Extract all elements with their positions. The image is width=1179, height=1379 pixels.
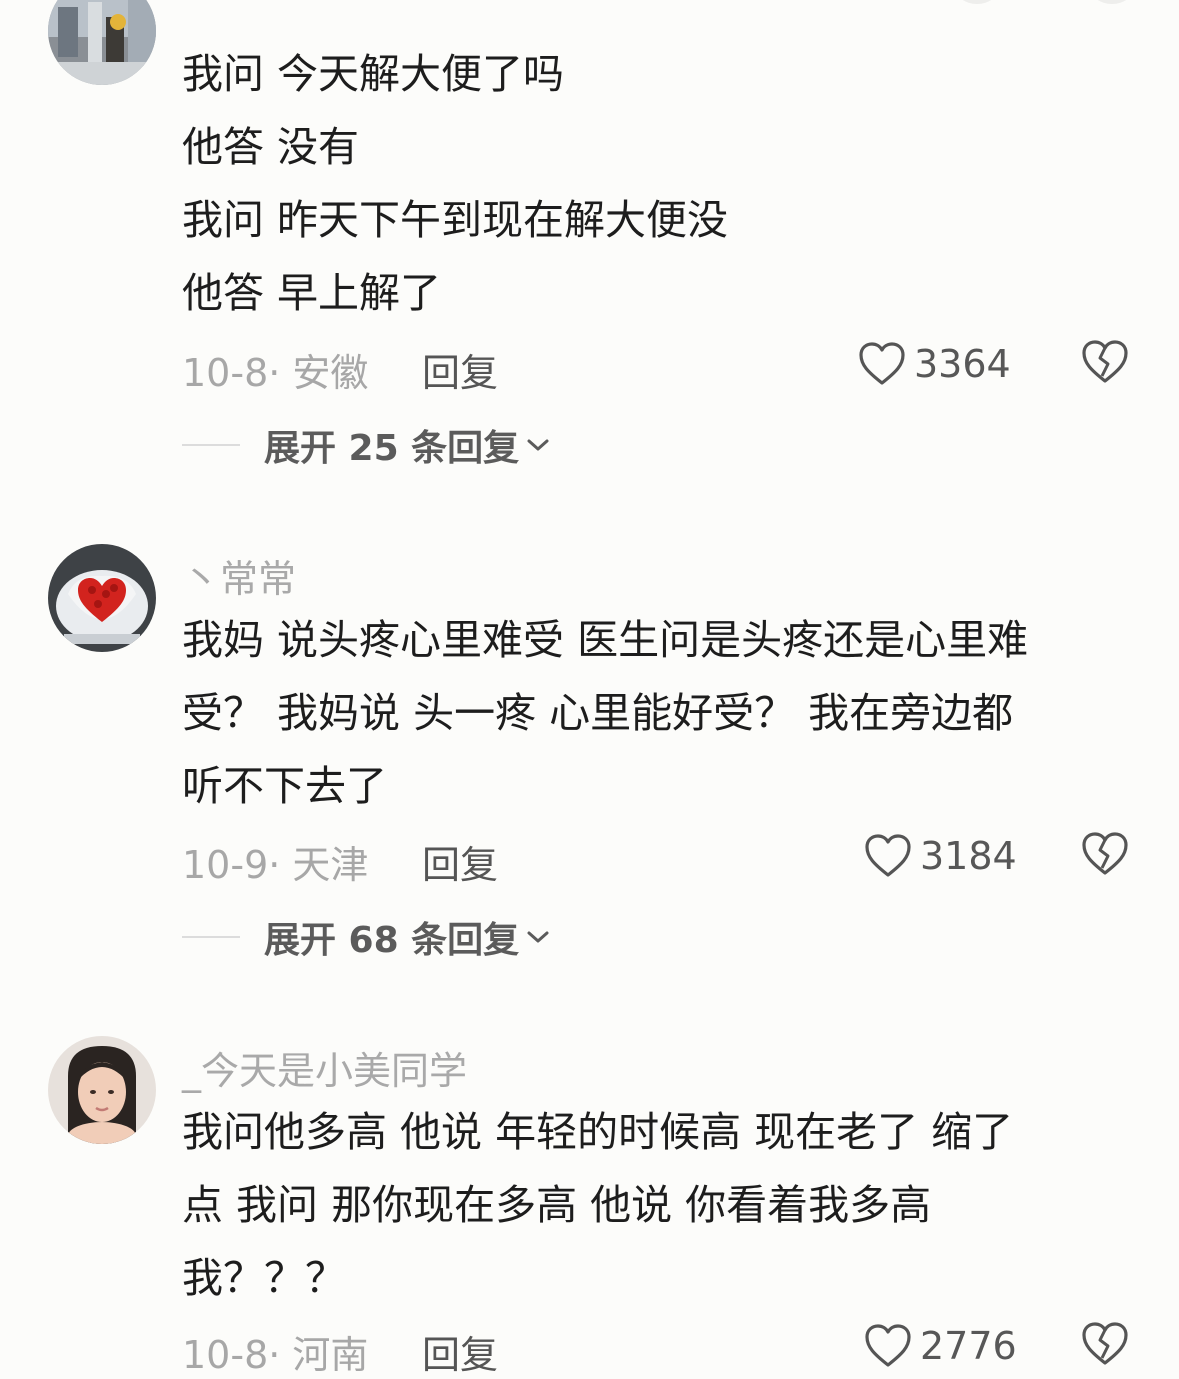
comment-body: 我妈 说头疼心里难受 医生问是头疼还是心里难 受？ 我妈说 头一疼 心里能好受？… [182, 604, 1132, 823]
comment-text-line: 点 我问 那你现在多高 他说 你看着我多高 [182, 1181, 932, 1229]
comment-text-line: 受？ 我妈说 头一疼 心里能好受？ 我在旁边都 [182, 689, 1014, 737]
reply-button[interactable]: 回复 [422, 834, 498, 889]
comment-text-line: 他答 没有 [182, 123, 360, 171]
comment-text-line: 我问 今天解大便了吗 [182, 50, 565, 98]
comment-text-line: 我问他多高 他说 年轻的时候高 现在老了 缩了 [182, 1108, 1014, 1156]
dislike-button[interactable] [1080, 1318, 1130, 1368]
heart-outline-icon [859, 342, 905, 385]
top-cropped-element [955, 0, 999, 4]
expand-replies-button[interactable]: 展开 68 条回复 [182, 912, 551, 962]
like-count: 3184 [920, 834, 1017, 878]
like-button[interactable]: 3184 [864, 828, 1017, 884]
like-count: 2776 [920, 1324, 1017, 1368]
comment-text-line: 我？？？ [182, 1254, 346, 1302]
heart-outline-icon [865, 834, 911, 877]
avatar[interactable] [48, 1036, 156, 1144]
chevron-down-icon [527, 931, 549, 943]
comment-text-line: 听不下去了 [182, 762, 387, 810]
comment-meta: 10-8· 安徽 回复 3364 [182, 336, 1132, 396]
like-button[interactable]: 2776 [864, 1318, 1017, 1374]
expand-replies-button[interactable]: 展开 25 条回复 [182, 420, 551, 470]
dislike-button[interactable] [1080, 828, 1130, 878]
comment-text-line: 我妈 说头疼心里难受 医生问是头疼还是心里难 [182, 616, 1029, 664]
expand-replies-label: 展开 25 条回复 [264, 428, 520, 469]
top-cropped-element [1090, 0, 1134, 4]
dislike-button[interactable] [1080, 336, 1130, 386]
comment-username[interactable]: _今天是小美同学 [182, 1040, 467, 1095]
like-count: 3364 [914, 342, 1011, 386]
divider [182, 936, 240, 938]
comment-text-line: 他答 早上解了 [182, 269, 442, 317]
comment-username[interactable]: 丶常常 [182, 548, 296, 603]
comment-date-location: 10-9· 天津 [182, 843, 369, 887]
divider [182, 444, 240, 446]
comment-meta: 10-9· 天津 回复 3184 [182, 828, 1132, 888]
expand-replies-label: 展开 68 条回复 [264, 920, 520, 961]
comment-text-line: 我问 昨天下午到现在解大便没 [182, 196, 729, 244]
comment-body: 我问 今天解大便了吗 他答 没有 我问 昨天下午到现在解大便没 他答 早上解了 [182, 38, 1132, 330]
like-button[interactable]: 3364 [858, 336, 1011, 392]
reply-button[interactable]: 回复 [422, 342, 498, 397]
comment-body: 我问他多高 他说 年轻的时候高 现在老了 缩了 点 我问 那你现在多高 他说 你… [182, 1096, 1132, 1315]
avatar[interactable] [48, 544, 156, 652]
chevron-down-icon [527, 439, 549, 451]
comment-meta: 10-8· 河南 回复 2776 [182, 1318, 1132, 1378]
avatar[interactable] [48, 0, 156, 85]
comment-date-location: 10-8· 安徽 [182, 351, 369, 395]
broken-heart-icon [1082, 832, 1128, 875]
broken-heart-icon [1082, 1322, 1128, 1365]
broken-heart-icon [1082, 340, 1128, 383]
heart-outline-icon [865, 1324, 911, 1367]
